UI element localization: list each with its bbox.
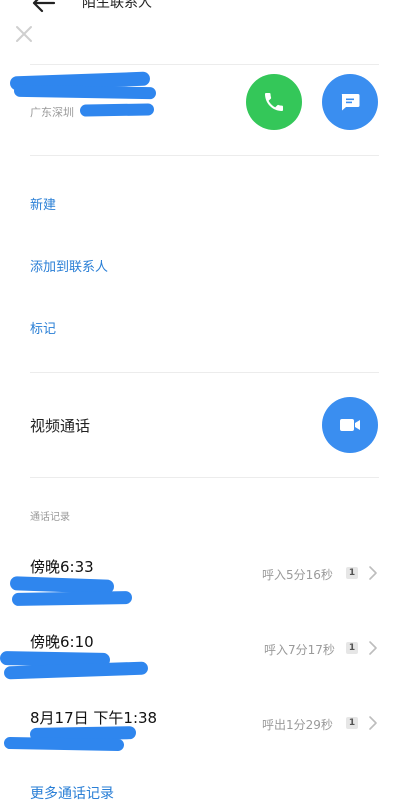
divider [30,372,379,373]
back-arrow-icon[interactable] [28,0,58,16]
page-title: 陌生联系人 [82,0,152,11]
new-contact-link[interactable]: 新建 [30,194,56,213]
chevron-right-icon[interactable] [368,565,378,581]
message-icon [341,94,360,111]
message-button[interactable] [322,74,378,130]
close-icon[interactable] [14,24,34,44]
video-call-label[interactable]: 视频通话 [30,415,90,436]
call-log-section-label: 通话记录 [30,512,70,523]
video-camera-icon [340,419,360,431]
chevron-right-icon[interactable] [368,640,378,656]
sim-badge: 1 [346,567,358,579]
image-pager: 3/5 [192,26,215,42]
contact-location: 广东深圳 [30,106,74,119]
call-log-time: 傍晚6:33 [30,558,94,576]
call-log-time: 8月17日 下午1:38 [30,709,158,727]
divider [30,64,379,65]
call-log-detail: 呼入5分16秒 [262,568,333,582]
more-call-logs-link[interactable]: 更多通话记录 [30,783,114,800]
top-bar: 陌生联系人 [0,0,409,18]
call-log-detail: 呼出1分29秒 [262,718,333,732]
video-call-button[interactable] [322,397,378,453]
divider [30,155,379,156]
sim-badge: 1 [346,642,358,654]
redaction-mark [3,736,125,752]
divider [30,477,379,478]
add-to-contacts-link[interactable]: 添加到联系人 [30,256,108,275]
call-log-detail: 呼入7分17秒 [264,643,335,657]
call-log-time: 傍晚6:10 [30,633,94,651]
redaction-mark [11,590,133,607]
chevron-right-icon[interactable] [368,715,378,731]
sim-badge: 1 [346,717,358,729]
redaction-mark [79,103,155,117]
mark-number-link[interactable]: 标记 [30,318,56,337]
phone-icon [265,93,283,111]
viewer-overlay: 3/5 [0,18,409,52]
redaction-mark [13,84,157,100]
call-button[interactable] [246,74,302,130]
